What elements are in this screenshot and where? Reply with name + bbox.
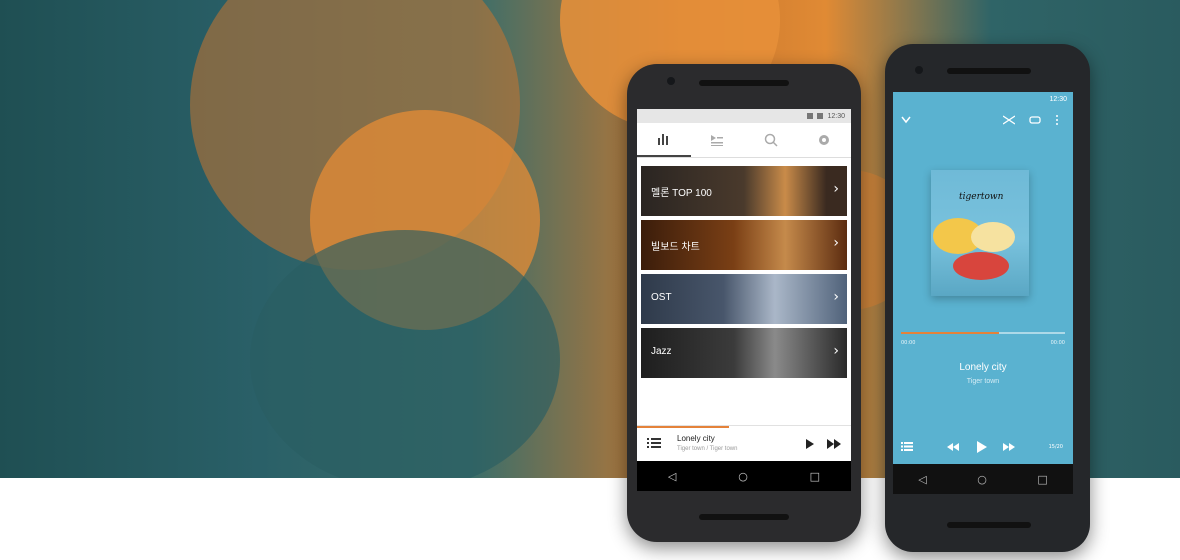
- mini-player-subtitle: Tiger town / Tiger town: [677, 446, 738, 452]
- chevron-right-icon: ›: [833, 343, 839, 359]
- chevron-down-icon[interactable]: [901, 116, 911, 124]
- queue-list-icon[interactable]: [647, 437, 661, 449]
- album-art: tigertown: [931, 170, 1029, 296]
- category-label: OST: [651, 292, 672, 303]
- search-icon: [764, 133, 778, 147]
- category-card-melon-top100[interactable]: 멜론 TOP 100 ›: [641, 166, 847, 216]
- home-icon[interactable]: ○: [738, 470, 748, 483]
- song-title: Lonely city: [959, 362, 1007, 373]
- music-list-screen: 12:30 멜론 TOP 100 › 빌보드 차트 › OST › Jazz ›…: [637, 109, 851, 491]
- gear-icon: [819, 135, 830, 145]
- shuffle-icon[interactable]: [1003, 115, 1015, 125]
- mini-player-title: Lonely city: [677, 434, 715, 443]
- mini-player[interactable]: Lonely city Tiger town / Tiger town: [637, 425, 851, 462]
- rewind-icon[interactable]: [947, 443, 959, 451]
- category-list: 멜론 TOP 100 › 빌보드 차트 › OST › Jazz ›: [637, 158, 851, 378]
- tab-bar: [637, 123, 851, 158]
- battery-icon: [817, 113, 824, 119]
- category-card-billboard[interactable]: 빌보드 차트 ›: [641, 220, 847, 270]
- artist-name: Tiger town: [966, 378, 1000, 385]
- recents-icon[interactable]: □: [1037, 473, 1047, 486]
- status-time: 12:30: [827, 112, 845, 120]
- more-vertical-icon[interactable]: [1055, 114, 1059, 126]
- time-elapsed: 00:00: [901, 340, 916, 346]
- phone-right: 12:30 tigertown 00:00 00:00 Lonely city …: [885, 44, 1090, 552]
- chevron-right-icon: ›: [833, 289, 839, 305]
- speaker-grill: [699, 80, 789, 86]
- front-camera: [915, 66, 923, 74]
- play-icon[interactable]: [976, 440, 988, 454]
- system-nav-bar: ◁ ○ □: [893, 464, 1073, 494]
- front-camera: [667, 77, 675, 85]
- now-playing-screen: 12:30 tigertown 00:00 00:00 Lonely city …: [893, 92, 1073, 494]
- category-card-ost[interactable]: OST ›: [641, 274, 847, 324]
- category-label: 멜론 TOP 100: [651, 188, 712, 199]
- album-logo: tigertown: [959, 192, 1004, 202]
- fast-forward-icon[interactable]: [1003, 443, 1015, 451]
- category-label: Jazz: [651, 346, 672, 357]
- bottom-speaker: [947, 522, 1031, 528]
- track-counter: 15/20: [1048, 444, 1063, 450]
- seek-bar-fill: [901, 332, 1000, 334]
- tab-search[interactable]: [744, 123, 798, 157]
- phone-left: 12:30 멜론 TOP 100 › 빌보드 차트 › OST › Jazz ›…: [627, 64, 861, 542]
- bottom-speaker: [699, 514, 789, 520]
- fast-forward-icon[interactable]: [827, 439, 841, 449]
- player-toolbar: [893, 106, 1073, 136]
- back-icon[interactable]: ◁: [918, 473, 926, 486]
- seek-bar[interactable]: [901, 332, 1065, 334]
- category-card-jazz[interactable]: Jazz ›: [641, 328, 847, 378]
- repeat-icon[interactable]: [1029, 115, 1041, 125]
- chevron-right-icon: ›: [833, 235, 839, 251]
- chevron-right-icon: ›: [833, 181, 839, 197]
- album-smoke-light: [971, 222, 1015, 252]
- tab-chart[interactable]: [637, 123, 691, 157]
- mini-player-progress: [637, 426, 730, 428]
- tab-playlist[interactable]: [691, 123, 745, 157]
- recents-icon[interactable]: □: [810, 470, 820, 483]
- play-icon[interactable]: [805, 438, 815, 450]
- album-band: [953, 252, 1009, 280]
- queue-list-icon[interactable]: [901, 442, 913, 451]
- back-icon[interactable]: ◁: [668, 470, 676, 483]
- playlist-icon: [711, 135, 724, 146]
- status-bar: 12:30: [637, 109, 851, 123]
- chart-bars-icon: [657, 134, 668, 145]
- time-total: 00:00: [1050, 340, 1065, 346]
- speaker-grill: [947, 68, 1031, 74]
- tab-settings[interactable]: [798, 123, 852, 157]
- home-icon[interactable]: ○: [977, 473, 987, 486]
- signal-icon: [807, 113, 814, 119]
- status-bar: 12:30: [893, 92, 1073, 106]
- singer-jacket: [250, 230, 560, 478]
- player-controls: 15/20: [893, 432, 1073, 462]
- category-label: 빌보드 차트: [651, 242, 700, 253]
- status-time: 12:30: [1049, 95, 1067, 103]
- system-nav-bar: ◁ ○ □: [637, 461, 851, 491]
